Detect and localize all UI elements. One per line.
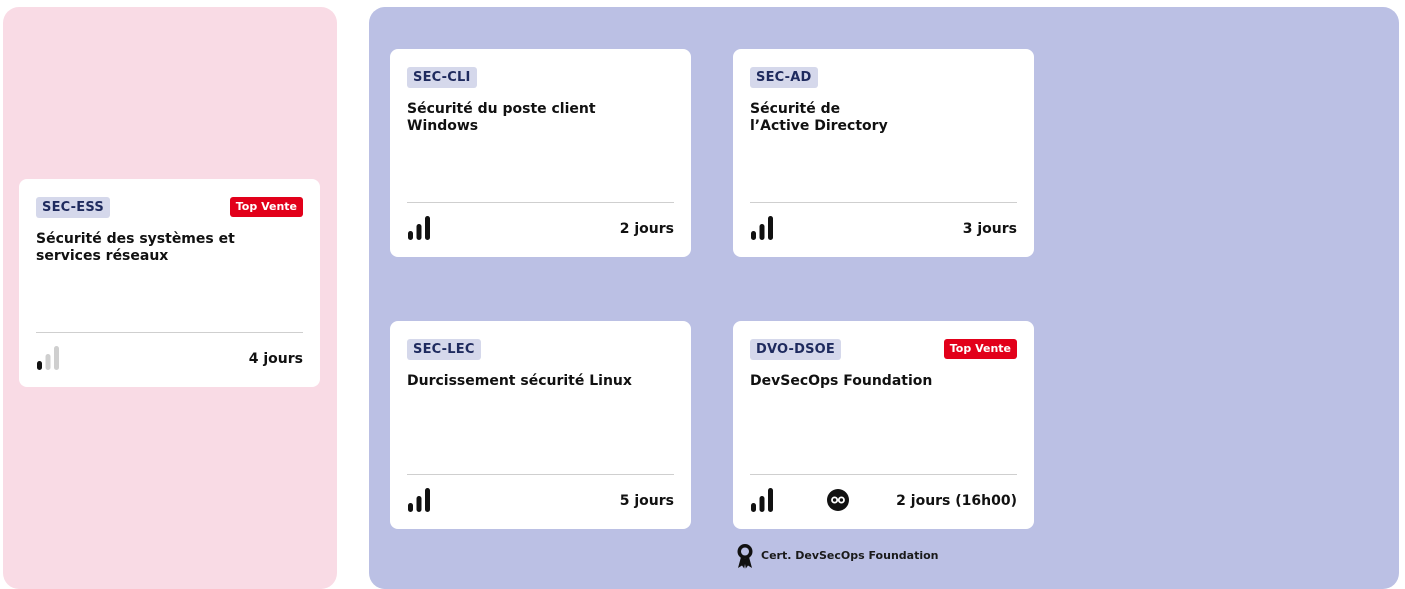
card-header: SEC-AD [750,67,1017,89]
course-duration: 2 jours [619,221,674,237]
level-bar [759,224,765,240]
level-bar [751,503,756,512]
level-bar [768,488,773,512]
course-code: SEC-LEC [407,339,481,360]
level-bar [416,496,422,512]
course-card-dvo-dsoe[interactable]: DVO-DSOE Top Vente DevSecOps Foundation … [733,321,1034,529]
course-title[interactable]: Sécurité des systèmes et services réseau… [36,231,251,265]
course-code: SEC-AD [750,67,818,88]
level-bar [54,346,59,370]
right-panel: SEC-CLI Sécurité du poste client Windows… [369,7,1399,589]
card-header: SEC-ESS Top Vente [36,197,303,219]
card-header: SEC-CLI [407,67,674,89]
course-code: SEC-ESS [36,197,110,218]
card-divider [750,202,1017,203]
card-divider [36,332,303,333]
level-bars-icon [408,488,430,512]
course-card-sec-ess[interactable]: SEC-ESS Top Vente Sécurité des systèmes … [19,179,320,387]
certification-label: Cert. DevSecOps Foundation [761,549,939,562]
award-ribbon-icon [737,544,753,569]
left-panel: SEC-ESS Top Vente Sécurité des systèmes … [3,7,337,589]
course-title[interactable]: Durcissement sécurité Linux [407,373,669,390]
level-bar [416,224,422,240]
course-title[interactable]: Sécurité de l’Active Directory [750,101,900,135]
card-divider [750,474,1017,475]
top-vente-badge: Top Vente [943,339,1017,359]
course-title[interactable]: Sécurité du poste client Windows [407,101,622,135]
course-card-sec-lec[interactable]: SEC-LEC Durcissement sécurité Linux 5 jo… [390,321,691,529]
course-duration: 5 jours [619,493,674,509]
level-bar [408,231,413,240]
level-bars-icon [751,216,773,240]
card-divider [407,474,674,475]
level-bar [37,361,42,370]
level-bar [759,496,765,512]
level-bars-icon [751,488,773,512]
co-badge-icon [827,489,849,511]
level-bar [425,216,430,240]
level-bar [425,488,430,512]
level-bar [751,231,756,240]
card-divider [407,202,674,203]
course-duration: 2 jours (16h00) [896,493,1017,509]
course-card-sec-ad[interactable]: SEC-AD Sécurité de l’Active Directory 3 … [733,49,1034,257]
level-bar [408,503,413,512]
course-code: SEC-CLI [407,67,477,88]
top-vente-badge: Top Vente [229,197,303,217]
level-bar [768,216,773,240]
level-bars-icon [408,216,430,240]
course-code: DVO-DSOE [750,339,841,360]
course-duration: 4 jours [248,351,303,367]
course-card-sec-cli[interactable]: SEC-CLI Sécurité du poste client Windows… [390,49,691,257]
card-header: DVO-DSOE Top Vente [750,339,1017,361]
course-title[interactable]: DevSecOps Foundation [750,373,1012,390]
course-duration: 3 jours [962,221,1017,237]
card-header: SEC-LEC [407,339,674,361]
level-bars-icon [37,346,59,370]
level-bar [45,354,51,370]
